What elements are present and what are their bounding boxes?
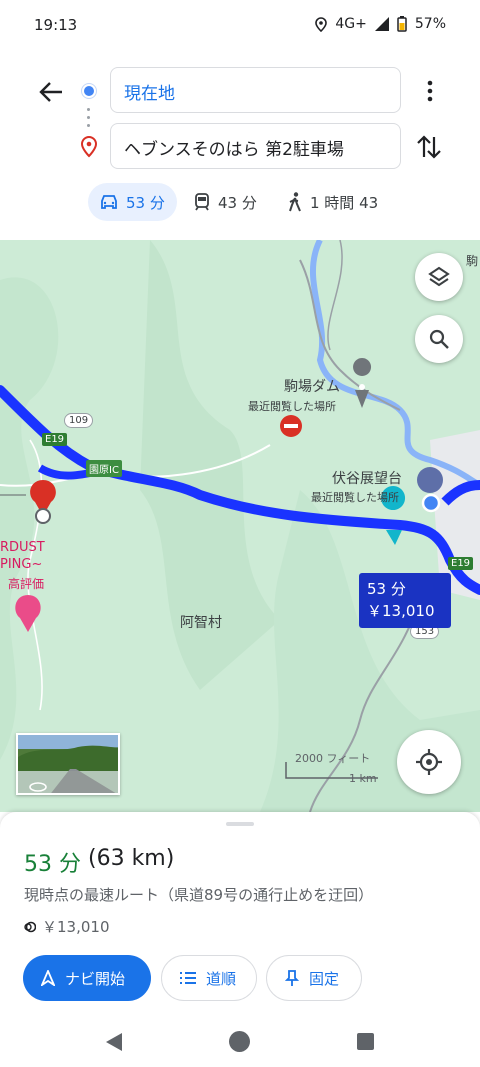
back-button[interactable] [36,78,66,106]
map-label-stardust-1[interactable]: RDUST [0,540,45,555]
map-label-stardust-3: 高評価 [8,577,45,591]
search-button[interactable] [415,315,463,363]
status-icons: 4G+ 57% [315,16,446,32]
nav-back-icon[interactable] [104,1032,124,1052]
map-label-edge: 駒 [466,254,479,268]
layers-button[interactable] [415,253,463,301]
map-view[interactable]: 駒場ダム 最近閲覧した場所 伏谷展望台 最近閲覧した場所 阿智村 RDUST P… [0,240,480,812]
network-label: 4G+ [335,16,367,32]
map-label-stardust-2[interactable]: PING~ [0,557,42,572]
tab-walk-label: 1 時間 43 [310,193,379,212]
route-dots-icon [87,108,91,130]
toll-amount: ￥13,010 [42,918,110,936]
nav-home-icon[interactable] [229,1031,250,1052]
street-view-thumbnail[interactable] [16,733,120,795]
system-nav-bar [0,1017,480,1067]
destination-pin-icon [80,135,98,158]
route-distance: (63 km) [88,846,175,871]
my-location-button[interactable] [397,730,461,794]
origin-dot-icon [82,84,96,98]
toll-info: ￥13,010 [24,916,110,937]
origin-field[interactable]: 現在地 [110,67,401,113]
route-callout-toll: ￥13,010 [367,602,435,620]
map-label-village: 阿智村 [180,615,222,631]
map-label-dam[interactable]: 駒場ダム [284,376,340,396]
battery-label: 57% [414,16,446,32]
search-icon [429,329,449,349]
pin-button[interactable]: 固定 [266,955,362,1001]
nav-recent-icon[interactable] [357,1033,374,1050]
map-label-dam-sub: 最近閲覧した場所 [248,400,336,413]
map-scale: 2000 フィート 1 km [285,748,380,788]
start-navigation-button[interactable]: ナビ開始 [23,955,151,1001]
route-callout[interactable]: 53 分 ￥13,010 [359,573,451,628]
status-bar: 19:13 4G+ 57% [0,0,480,50]
tab-transit[interactable]: 43 分 [182,183,269,221]
route-description: 現時点の最速ルート（県道89号の通行止めを迂回） [24,886,374,904]
layers-icon [428,266,450,287]
drag-handle[interactable] [226,822,254,826]
route-bottom-sheet: 53 分 (63 km) 現時点の最速ルート（県道89号の通行止めを迂回） ￥1… [0,812,480,1017]
travel-mode-tabs: 53 分 43 分 1 時間 43 [0,183,480,223]
directions-panel: 現在地 ヘブンスそのはら 第2駐車場 53 分 43 分 1 時間 43 [0,50,480,240]
walk-icon [289,192,301,212]
list-icon [180,972,196,984]
more-options-button[interactable] [420,78,440,104]
swap-vert-icon [417,135,441,159]
pin-icon [285,970,299,986]
street-view-image [18,735,118,793]
destination-field[interactable]: ヘブンスそのはら 第2駐車場 [110,123,401,169]
road-badge-e19-left: E19 [42,433,68,446]
toll-icon [24,921,36,932]
road-badge-ic: 園原IC [86,460,122,477]
map-base [0,240,480,812]
battery-icon [397,16,407,32]
map-label-viewpoint[interactable]: 伏谷展望台 [332,468,402,488]
route-callout-time: 53 分 [367,580,406,598]
tab-transit-label: 43 分 [218,193,257,212]
route-duration: 53 分 [24,852,81,877]
swap-button[interactable] [414,132,444,162]
signal-icon [374,17,389,31]
arrow-back-icon [39,82,62,102]
steps-label: 道順 [206,969,237,988]
road-badge-e19-right: E19 [448,557,474,570]
more-vert-icon [427,80,433,102]
pin-label: 固定 [309,969,340,988]
my-location-icon [416,749,442,775]
train-icon [195,193,209,211]
tab-walk[interactable]: 1 時間 43 [276,183,390,221]
scale-km: 1 km [349,772,377,785]
map-label-viewpoint-sub: 最近閲覧した場所 [311,491,399,504]
navigation-arrow-icon [41,970,55,986]
road-badge-109: 109 [64,413,94,428]
steps-button[interactable]: 道順 [161,955,257,1001]
status-time: 19:13 [34,16,78,34]
location-icon [315,16,328,32]
car-icon [101,195,117,209]
tab-drive[interactable]: 53 分 [88,183,177,221]
start-navigation-label: ナビ開始 [65,969,126,988]
tab-drive-label: 53 分 [126,193,165,212]
